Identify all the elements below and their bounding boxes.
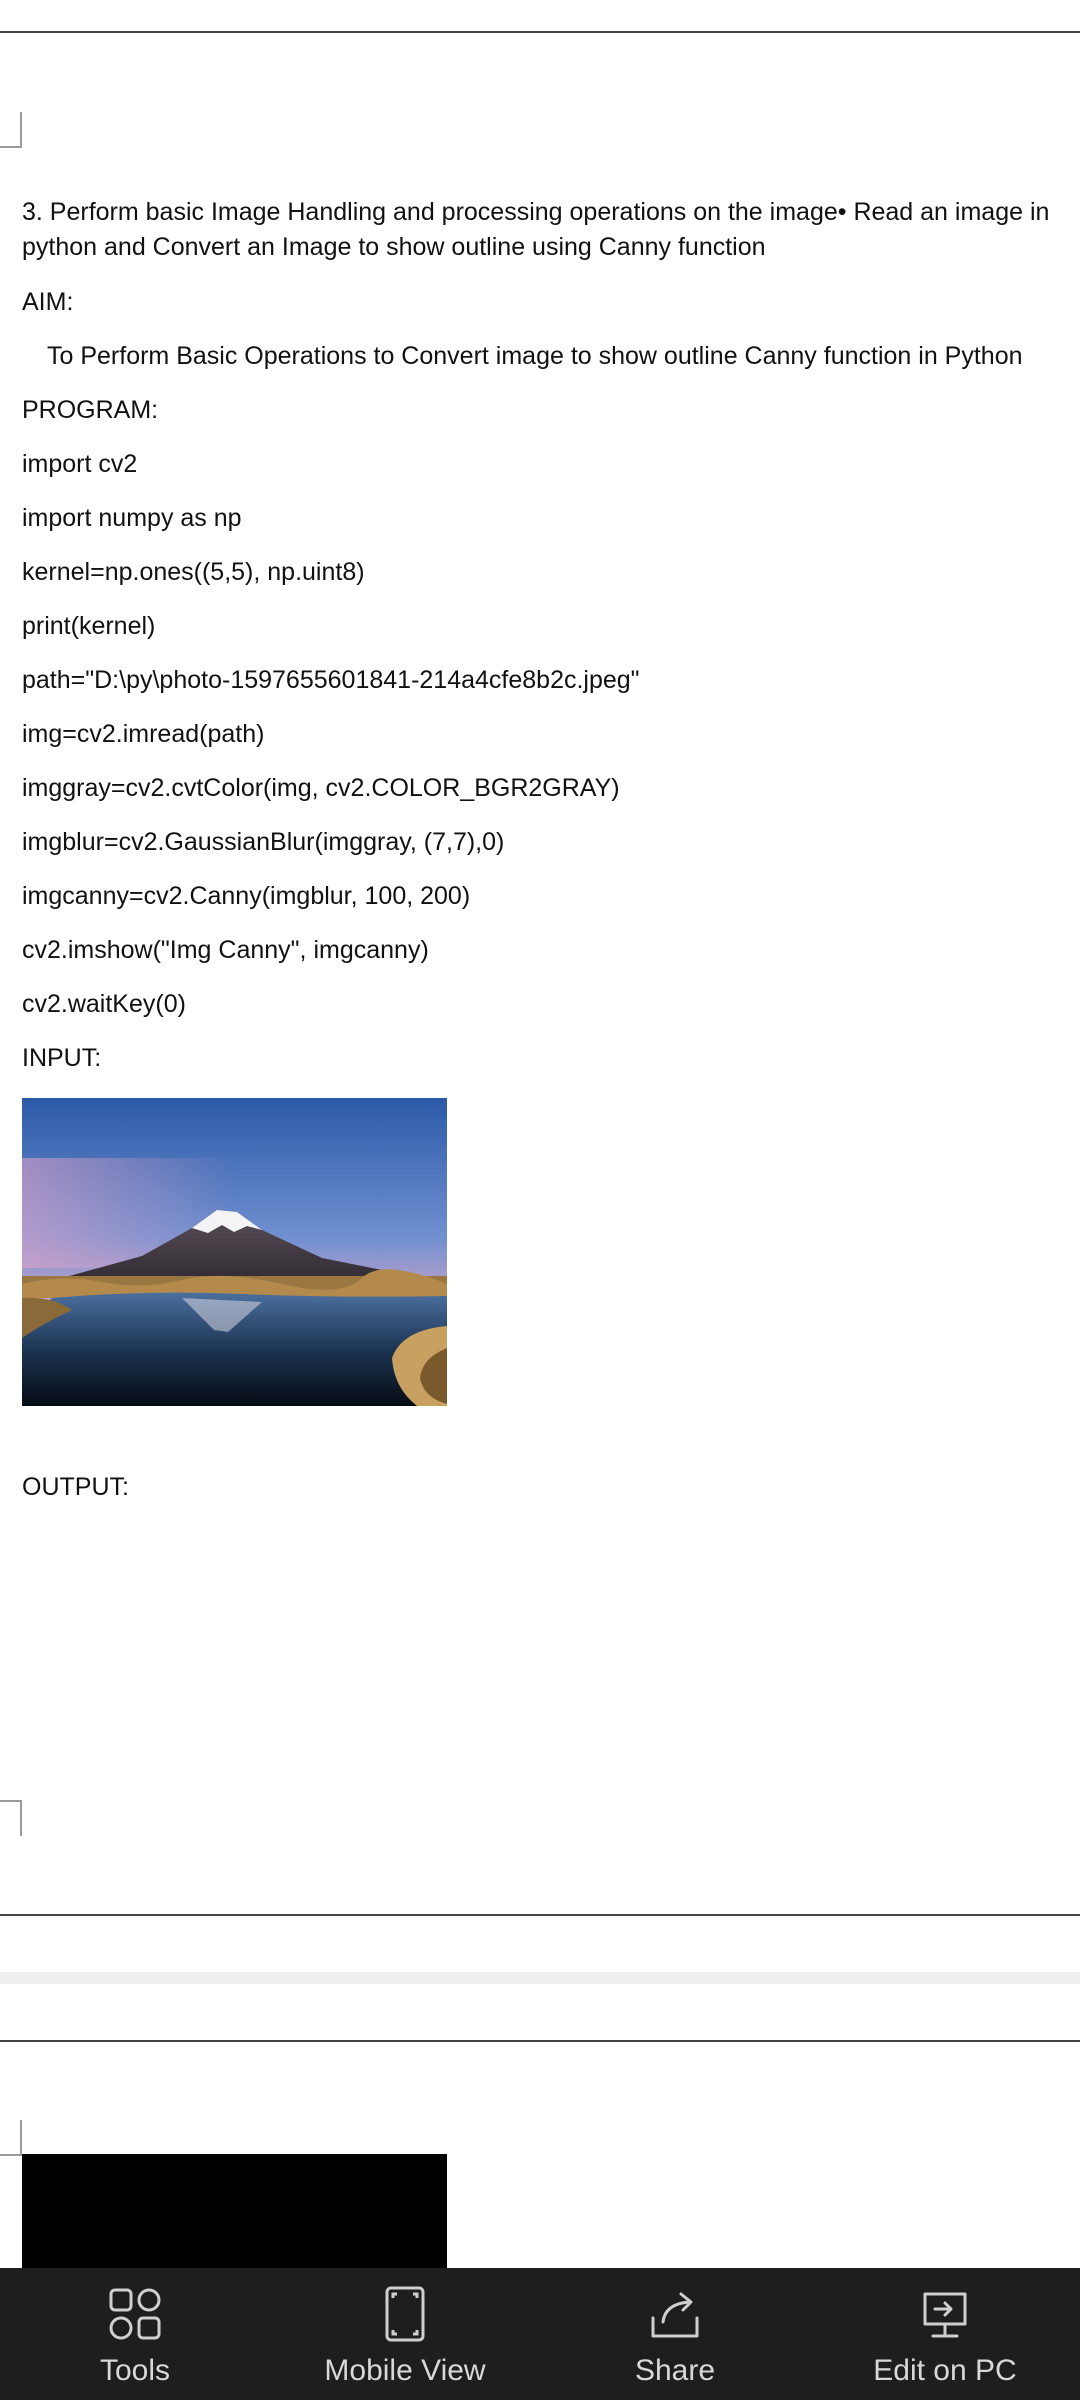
share-label: Share	[634, 2354, 716, 2387]
input-mountain-image	[22, 1098, 447, 1406]
tools-label: Tools	[99, 2354, 171, 2387]
edit-on-pc-button[interactable]: Edit on PC	[810, 2268, 1080, 2400]
aim-text: To Perform Basic Operations to Convert i…	[47, 342, 1023, 370]
code-line: import numpy as np	[22, 504, 242, 532]
page-corner-mark	[0, 2120, 22, 2156]
mobile-view-label: Mobile View	[324, 2354, 486, 2387]
page-gap-band	[0, 1972, 1080, 1984]
code-line: cv2.waitKey(0)	[22, 990, 186, 1018]
page-corner-mark	[0, 1800, 22, 1836]
task-heading: 3. Perform basic Image Handling and proc…	[22, 198, 1057, 261]
program-label: PROGRAM:	[22, 396, 159, 424]
edit-on-pc-icon	[923, 2292, 967, 2338]
mobile-view-button[interactable]: Mobile View	[270, 2268, 540, 2400]
output-label: OUTPUT:	[22, 1473, 129, 1501]
code-line: import cv2	[22, 450, 138, 478]
bottom-toolbar: Tools Mobile View Share Edit on PC	[0, 2268, 1080, 2400]
page-top-rule	[0, 31, 1080, 33]
code-line: path="D:\py\photo-1597655601841-214a4cfe…	[22, 666, 640, 694]
share-button[interactable]: Share	[540, 2268, 810, 2400]
code-line: imggray=cv2.cvtColor(img, cv2.COLOR_BGR2…	[22, 774, 620, 802]
mobile-view-icon	[385, 2286, 425, 2342]
input-label: INPUT:	[22, 1044, 102, 1072]
page-top-rule	[0, 2040, 1080, 2042]
edit-on-pc-label: Edit on PC	[873, 2354, 1017, 2387]
tools-icon	[109, 2288, 161, 2340]
page-bottom-rule	[0, 1914, 1080, 1916]
code-line: img=cv2.imread(path)	[22, 720, 265, 748]
code-line: cv2.imshow("Img Canny", imgcanny)	[22, 936, 429, 964]
share-icon	[651, 2292, 699, 2338]
code-line: print(kernel)	[22, 612, 156, 640]
aim-label: AIM:	[22, 288, 74, 316]
tools-button[interactable]: Tools	[0, 2268, 270, 2400]
output-canny-image	[22, 2154, 447, 2274]
code-line: imgcanny=cv2.Canny(imgblur, 100, 200)	[22, 882, 471, 910]
code-line: kernel=np.ones((5,5), np.uint8)	[22, 558, 365, 586]
page-corner-mark	[0, 112, 22, 148]
code-line: imgblur=cv2.GaussianBlur(imggray, (7,7),…	[22, 828, 505, 856]
